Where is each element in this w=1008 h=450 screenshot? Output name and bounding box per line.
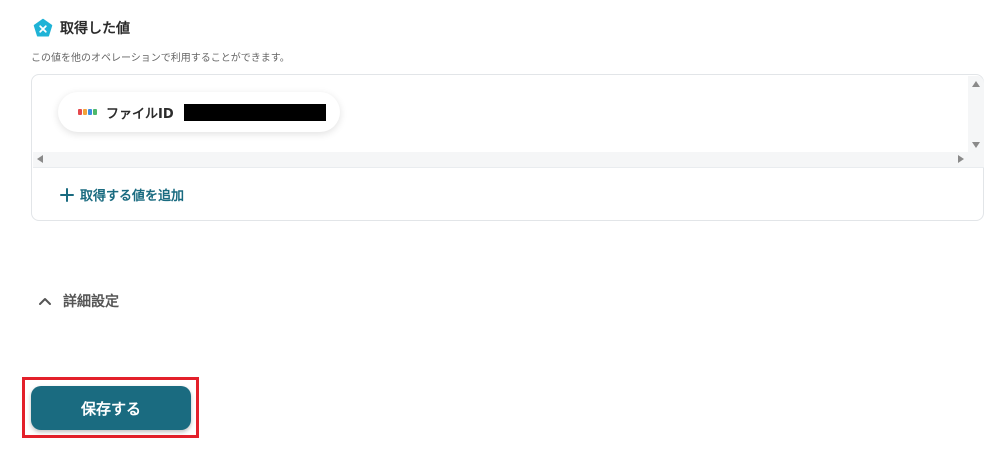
scroll-right-arrow-icon[interactable]: [958, 155, 964, 163]
section-description: この値を他のオペレーションで利用することができます。: [31, 53, 290, 64]
save-button[interactable]: 保存する: [31, 386, 191, 430]
box-logo-icon: [78, 109, 97, 115]
value-chip-file-id[interactable]: ファイルID: [58, 92, 340, 132]
vertical-scrollbar[interactable]: [968, 76, 984, 152]
section-title: 取得した値: [60, 21, 130, 37]
section-header: 取得した値: [33, 18, 130, 38]
redacted-value: [183, 103, 326, 121]
pentagon-badge-icon: [33, 18, 53, 37]
advanced-settings-label: 詳細設定: [63, 294, 119, 310]
acquired-values-panel: ファイルID 取得する値を追加: [31, 74, 984, 221]
add-value-label: 取得する値を追加: [80, 189, 185, 204]
plus-icon: [60, 187, 74, 202]
values-scroll-area[interactable]: ファイルID: [33, 76, 984, 168]
scroll-up-arrow-icon[interactable]: [972, 81, 980, 87]
horizontal-scrollbar[interactable]: [33, 152, 984, 167]
add-value-button[interactable]: 取得する値を追加: [60, 185, 184, 204]
scroll-left-arrow-icon[interactable]: [37, 155, 43, 163]
value-chip-label: ファイルID: [106, 106, 174, 122]
chevron-up-icon: [39, 298, 51, 305]
advanced-settings-toggle[interactable]: 詳細設定: [37, 291, 119, 311]
scroll-down-arrow-icon[interactable]: [972, 142, 980, 148]
